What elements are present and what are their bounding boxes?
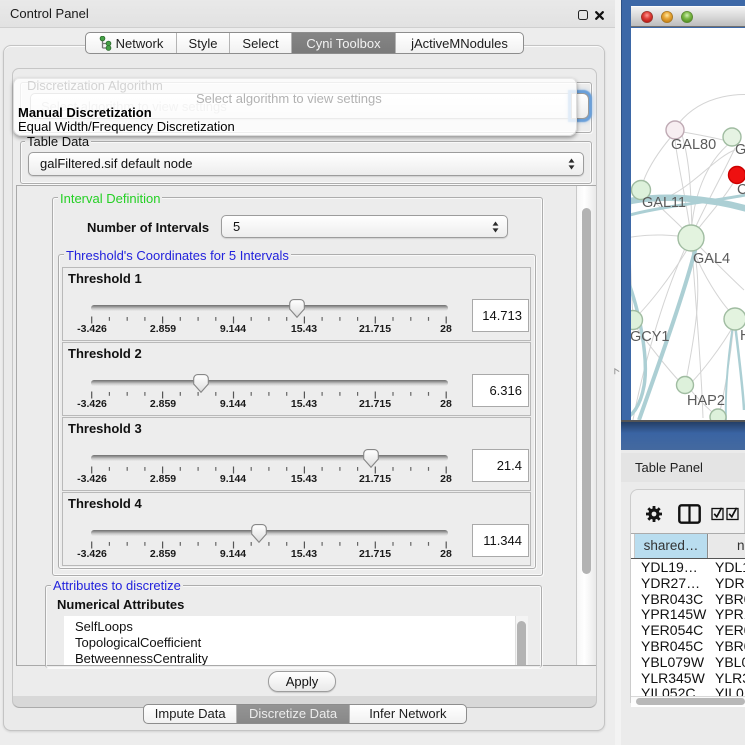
svg-text:HAP2: HAP2 <box>687 393 725 409</box>
svg-text:H: H <box>740 328 745 344</box>
svg-text:G.: G. <box>735 142 745 158</box>
svg-text:C: C <box>737 182 745 198</box>
svg-text:GAL4: GAL4 <box>693 251 730 267</box>
svg-text:GAL80: GAL80 <box>671 137 716 153</box>
svg-text:GCY1: GCY1 <box>631 329 670 345</box>
svg-text:GAL11: GAL11 <box>642 195 686 211</box>
